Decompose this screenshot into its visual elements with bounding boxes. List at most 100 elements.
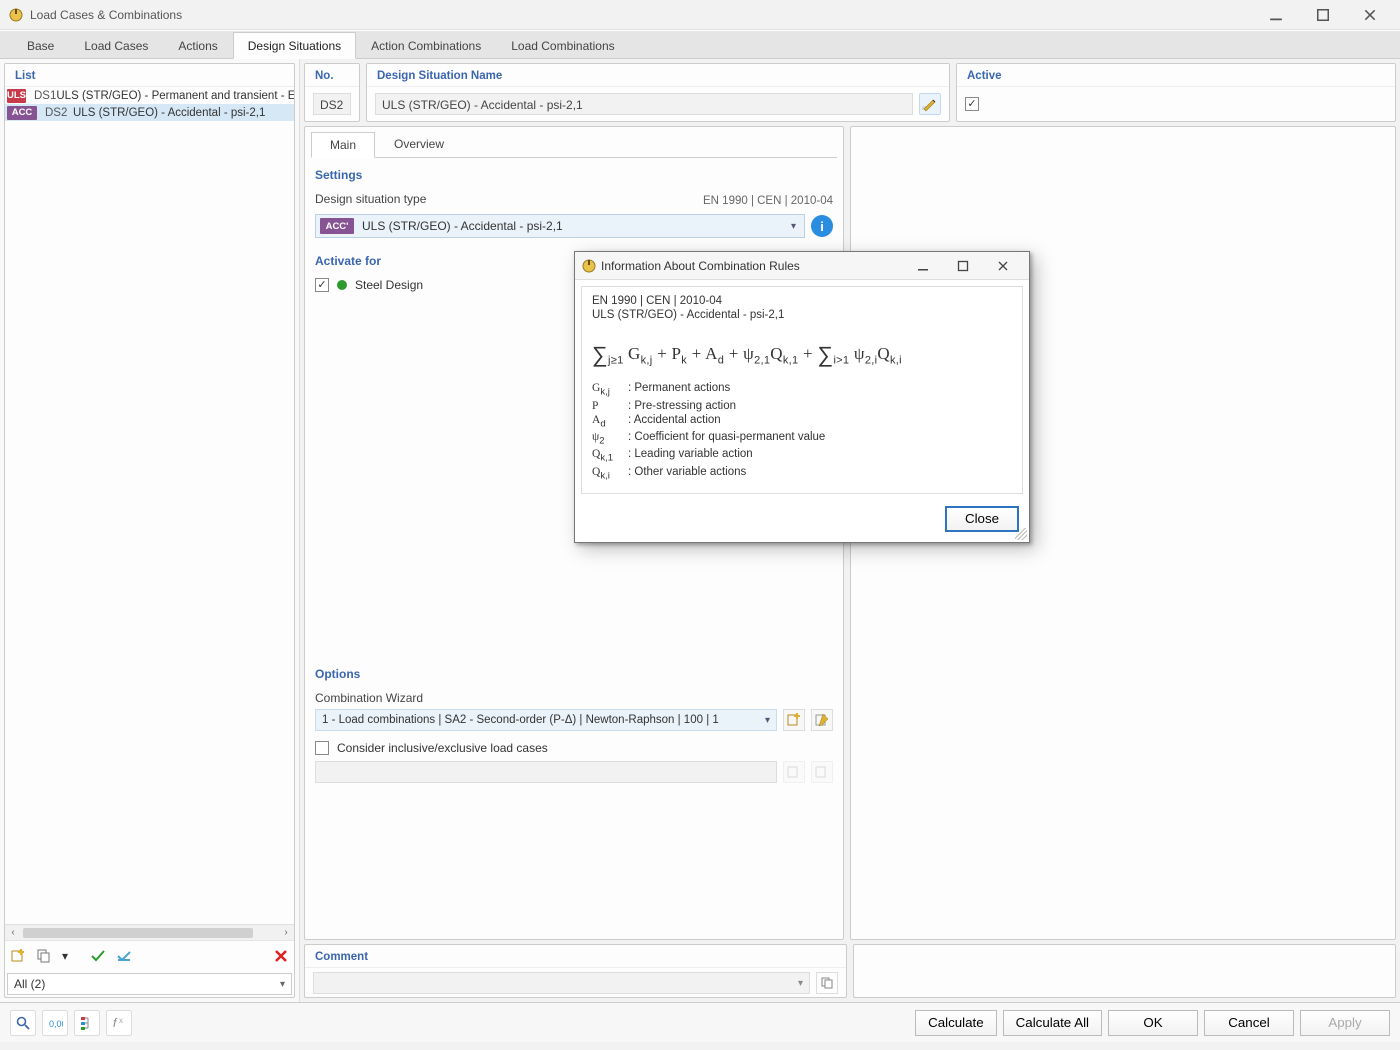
units-button[interactable]: 0,00: [42, 1010, 68, 1036]
combination-formula: ∑j≥1 Gk,j + Pk + Ad + ψ2,1Qk,1 + ∑i>1 ψ2…: [592, 339, 1012, 366]
comment-panel: Comment ▾: [304, 944, 847, 998]
no-value: DS2: [313, 93, 351, 115]
active-panel: Active: [956, 63, 1396, 122]
acc-badge-icon: ACC: [7, 106, 37, 120]
comment-header: Comment: [305, 945, 846, 968]
no-label: No.: [305, 64, 359, 87]
name-panel: Design Situation Name ULS (STR/GEO) - Ac…: [366, 63, 950, 122]
list-horizontal-scrollbar[interactable]: ‹ ›: [5, 924, 294, 940]
list-item-id: DS1: [34, 90, 56, 102]
uls-badge-icon: ULS: [7, 89, 26, 103]
comment-dropdown[interactable]: ▾: [313, 972, 810, 994]
active-checkbox[interactable]: [965, 97, 979, 111]
subtab-overview[interactable]: Overview: [375, 131, 463, 157]
dialog-minimize-button[interactable]: [903, 253, 943, 279]
pencil-icon: [921, 96, 939, 112]
comment-copy-button[interactable]: [816, 972, 838, 994]
detail-subtabstrip: MainOverview: [305, 127, 843, 157]
dialog-situation-line: ULS (STR/GEO) - Accidental - psi-2,1: [592, 309, 1012, 321]
subtab-main[interactable]: Main: [311, 132, 375, 158]
main-tabstrip: BaseLoad CasesActionsDesign SituationsAc…: [0, 30, 1400, 58]
design-code-hint: EN 1990 | CEN | 2010-04: [703, 195, 833, 207]
resize-grip-icon[interactable]: [1015, 528, 1027, 540]
edit-name-button[interactable]: [919, 93, 941, 115]
combination-wizard-label: Combination Wizard: [315, 691, 833, 705]
cancel-button[interactable]: Cancel: [1204, 1010, 1294, 1036]
legend-description: : Other variable actions: [628, 466, 1012, 481]
dialog-close-action-button[interactable]: Close: [945, 506, 1019, 532]
window-titlebar: Load Cases & Combinations: [0, 0, 1400, 30]
dialog-close-button[interactable]: [983, 253, 1023, 279]
inclusive-exclusive-dropdown: [315, 761, 777, 783]
tab-load-cases[interactable]: Load Cases: [69, 32, 163, 58]
chevron-down-icon: ▾: [798, 978, 803, 989]
list-filter-dropdown[interactable]: All (2) ▾: [7, 973, 292, 995]
consider-inclusive-exclusive-checkbox[interactable]: [315, 741, 329, 755]
window-title: Load Cases & Combinations: [30, 8, 1253, 22]
scroll-thumb[interactable]: [23, 928, 253, 938]
list-toolbar: ▾: [5, 940, 294, 971]
formula-legend: Gk,j: Permanent actionsP: Pre-stressing …: [592, 382, 1012, 480]
design-situation-type-value: ULS (STR/GEO) - Accidental - psi-2,1: [362, 219, 781, 233]
list-panel: List ULSDS1ULS (STR/GEO) - Permanent and…: [4, 63, 295, 998]
new-item-button[interactable]: [7, 945, 29, 967]
search-button[interactable]: [10, 1010, 36, 1036]
tab-load-combinations[interactable]: Load Combinations: [496, 32, 629, 58]
list-item-name: ULS (STR/GEO) - Accidental - psi-2,1: [73, 107, 265, 119]
svg-text:0,00: 0,00: [49, 1019, 63, 1029]
calculate-all-button[interactable]: Calculate All: [1003, 1010, 1102, 1036]
acc-badge-icon: ACC': [320, 218, 354, 234]
window-minimize-button[interactable]: [1253, 1, 1298, 29]
tab-base[interactable]: Base: [12, 32, 69, 58]
function-button[interactable]: fx: [106, 1010, 132, 1036]
comment-preview-panel: [853, 944, 1396, 998]
svg-text:f: f: [113, 1016, 118, 1030]
dialog-maximize-button[interactable]: [943, 253, 983, 279]
steel-design-label: Steel Design: [355, 278, 423, 292]
wizard-new-button[interactable]: [783, 709, 805, 731]
legend-symbol: Qk,i: [592, 466, 628, 481]
scroll-left-arrow-icon[interactable]: ‹: [5, 927, 21, 938]
combination-wizard-dropdown[interactable]: 1 - Load combinations | SA2 - Second-ord…: [315, 709, 777, 731]
legend-symbol: Ad: [592, 414, 628, 429]
copy-dropdown-button[interactable]: ▾: [59, 945, 71, 967]
combination-wizard-value: 1 - Load combinations | SA2 - Second-ord…: [322, 714, 765, 726]
steel-design-checkbox[interactable]: [315, 278, 329, 292]
legend-description: : Coefficient for quasi-permanent value: [628, 431, 1012, 446]
list-header: List: [5, 64, 294, 87]
settings-header: Settings: [305, 158, 843, 186]
check-all-button[interactable]: [87, 945, 109, 967]
combination-rules-dialog: Information About Combination Rules EN 1…: [574, 251, 1030, 543]
ok-button[interactable]: OK: [1108, 1010, 1198, 1036]
tree-button[interactable]: [74, 1010, 100, 1036]
window-close-button[interactable]: [1347, 1, 1392, 29]
delete-item-button[interactable]: [270, 945, 292, 967]
wizard-edit-button[interactable]: [811, 709, 833, 731]
app-icon: [581, 258, 597, 274]
tab-design-situations[interactable]: Design Situations: [233, 32, 356, 59]
calculate-button[interactable]: Calculate: [915, 1010, 997, 1036]
legend-symbol: ψ2: [592, 431, 628, 446]
design-situation-type-dropdown[interactable]: ACC' ULS (STR/GEO) - Accidental - psi-2,…: [315, 214, 805, 238]
scroll-right-arrow-icon[interactable]: ›: [278, 927, 294, 938]
status-dot-icon: [337, 280, 347, 290]
chevron-down-icon: ▾: [787, 221, 800, 232]
active-label: Active: [957, 64, 1395, 87]
uncheck-all-button[interactable]: [113, 945, 135, 967]
tab-action-combinations[interactable]: Action Combinations: [356, 32, 496, 58]
dialog-footer: 0,00 fx Calculate Calculate All OK Cance…: [0, 1002, 1400, 1042]
options-header: Options: [305, 657, 843, 685]
dialog-code-line: EN 1990 | CEN | 2010-04: [592, 295, 1012, 307]
legend-description: : Accidental action: [628, 414, 1012, 429]
design-situation-list[interactable]: ULSDS1ULS (STR/GEO) - Permanent and tran…: [5, 87, 294, 922]
copy-item-button[interactable]: [33, 945, 55, 967]
tab-actions[interactable]: Actions: [163, 32, 232, 58]
window-maximize-button[interactable]: [1300, 1, 1345, 29]
app-icon: [8, 7, 24, 23]
list-filter-value: All (2): [14, 977, 45, 991]
list-item[interactable]: ULSDS1ULS (STR/GEO) - Permanent and tran…: [5, 87, 294, 104]
legend-symbol: Qk,1: [592, 448, 628, 463]
info-button[interactable]: i: [811, 215, 833, 237]
list-item[interactable]: ACC DS2ULS (STR/GEO) - Accidental - psi-2…: [5, 104, 294, 121]
list-item-id: DS2: [45, 107, 73, 119]
